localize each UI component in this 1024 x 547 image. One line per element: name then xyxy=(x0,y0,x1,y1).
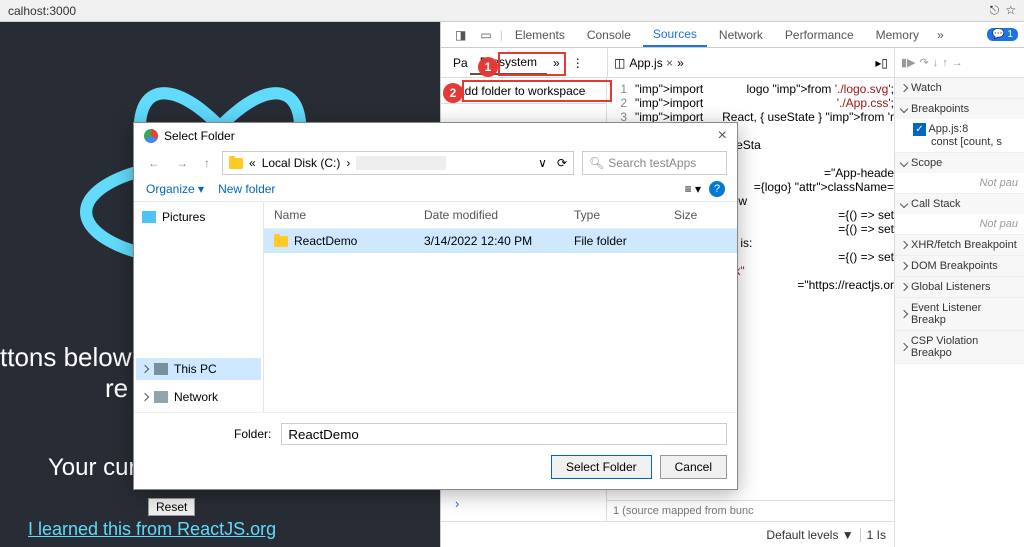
browser-address-bar: calhost:3000 ⎋ ☆ xyxy=(0,0,1024,22)
xhr-header[interactable]: XHR/fetch Breakpoint xyxy=(895,235,1024,255)
issues-count[interactable]: 1 Is xyxy=(860,528,886,542)
select-folder-button[interactable]: Select Folder xyxy=(551,455,652,479)
tab-sources[interactable]: Sources xyxy=(643,23,707,47)
global-header[interactable]: Global Listeners xyxy=(895,277,1024,297)
tab-memory[interactable]: Memory xyxy=(866,24,929,46)
view-mode-icon[interactable]: ≡ ▾ xyxy=(685,182,701,196)
dialog-nav-bar: ← → ↑ « Local Disk (C:) › ∨ ⟳ 🔍︎ Search … xyxy=(134,149,737,178)
tab-console[interactable]: Console xyxy=(577,24,641,46)
network-icon xyxy=(154,391,168,403)
learn-link[interactable]: I learned this from ReactJS.org xyxy=(28,519,276,540)
chevron-right-icon xyxy=(141,365,149,373)
close-icon[interactable]: × xyxy=(718,127,727,145)
device-icon[interactable]: ▭ xyxy=(474,25,497,45)
organize-button[interactable]: Organize ▾ xyxy=(146,182,204,196)
folder-name-input[interactable] xyxy=(281,423,727,445)
chevron-indicator[interactable]: › xyxy=(455,496,459,511)
folder-icon xyxy=(229,158,243,169)
app-text-2: Your curr xyxy=(48,454,145,482)
search-input[interactable]: 🔍︎ Search testApps xyxy=(582,151,727,175)
editor-more-icon[interactable]: » xyxy=(677,56,684,70)
sidebar-this-pc[interactable]: This PC xyxy=(136,358,261,380)
dialog-toolbar: Organize ▾ New folder ≡ ▾ ? xyxy=(134,178,737,202)
watch-header[interactable]: Watch xyxy=(895,78,1024,98)
sources-tab-page-partial[interactable]: Pa xyxy=(451,52,470,74)
dialog-titlebar: Select Folder × xyxy=(134,123,737,149)
path-dropdown-icon[interactable]: ∨ xyxy=(538,156,547,170)
file-nav-icon[interactable]: ◫ xyxy=(614,56,625,70)
event-header[interactable]: Event Listener Breakp xyxy=(895,298,1024,330)
pictures-icon xyxy=(142,211,156,223)
step-into-icon[interactable]: ↓ xyxy=(933,57,939,69)
nav-forward-icon[interactable]: → xyxy=(172,154,192,172)
new-folder-button[interactable]: New folder xyxy=(218,182,275,196)
dom-header[interactable]: DOM Breakpoints xyxy=(895,256,1024,276)
sidebar-network[interactable]: Network xyxy=(136,386,261,408)
dialog-title-text: Select Folder xyxy=(164,129,235,143)
path-breadcrumb[interactable]: « Local Disk (C:) › ∨ ⟳ xyxy=(222,151,574,175)
cancel-button[interactable]: Cancel xyxy=(660,455,727,479)
source-map-info: 1 (source mapped from bunc xyxy=(607,500,894,521)
sources-menu-icon[interactable]: ⋮ xyxy=(566,52,590,74)
devtools-tab-bar: ◨ ▭ | Elements Console Sources Network P… xyxy=(441,22,1024,48)
url-text[interactable]: calhost:3000 xyxy=(8,4,76,18)
step-over-icon[interactable]: ↷ xyxy=(920,56,929,69)
messages-badge[interactable]: 💬 1 xyxy=(987,28,1018,41)
file-row-reactdemo[interactable]: ReactDemo 3/14/2022 12:40 PM File folder xyxy=(264,229,737,253)
editor-tab-appjs[interactable]: App.js × xyxy=(629,56,673,70)
inspect-icon[interactable]: ◨ xyxy=(449,25,472,45)
column-headers[interactable]: Name Date modified Type Size xyxy=(264,202,737,229)
callstack-header[interactable]: Call Stack xyxy=(895,194,1024,214)
dialog-sidebar: Pictures This PC Network xyxy=(134,202,264,412)
nav-up-icon[interactable]: ↑ xyxy=(200,154,214,172)
callstack-not-paused: Not pau xyxy=(895,214,1024,234)
scope-header[interactable]: Scope xyxy=(895,153,1024,173)
more-tabs-icon[interactable]: » xyxy=(931,25,950,45)
editor-dock-icon[interactable]: ▸▯ xyxy=(875,56,888,70)
help-icon[interactable]: ? xyxy=(709,181,725,197)
nav-back-icon[interactable]: ← xyxy=(144,154,164,172)
annotation-marker-2: 2 xyxy=(443,83,463,103)
pause-icon[interactable]: ▮▶ xyxy=(901,56,916,69)
sidebar-pictures[interactable]: Pictures xyxy=(136,206,261,228)
select-folder-dialog: Select Folder × ← → ↑ « Local Disk (C:) … xyxy=(133,122,738,490)
close-tab-icon[interactable]: × xyxy=(666,56,673,70)
tab-performance[interactable]: Performance xyxy=(775,24,864,46)
favorite-icon[interactable]: ☆ xyxy=(1005,3,1016,18)
folder-icon xyxy=(274,236,288,247)
tab-elements[interactable]: Elements xyxy=(505,24,575,46)
folder-label: Folder: xyxy=(144,427,271,441)
tab-network[interactable]: Network xyxy=(709,24,773,46)
debugger-toolbar: ▮▶ ↷ ↓ ↑ → xyxy=(895,48,1024,78)
scope-not-paused: Not pau xyxy=(895,173,1024,193)
file-list: Name Date modified Type Size ReactDemo 3… xyxy=(264,202,737,412)
annotation-marker-1: 1 xyxy=(478,57,498,77)
step-out-icon[interactable]: ↑ xyxy=(942,57,948,69)
search-icon: 🔍︎ xyxy=(589,156,604,170)
reset-button[interactable]: Reset xyxy=(148,498,195,516)
levels-dropdown[interactable]: Default levels ▼ xyxy=(766,528,853,542)
debugger-panel: ▮▶ ↷ ↓ ↑ → Watch Breakpoints ✓ App.js:8 … xyxy=(894,48,1024,547)
csp-header[interactable]: CSP Violation Breakpo xyxy=(895,331,1024,363)
chevron-right-icon xyxy=(141,393,149,401)
annotation-box-1 xyxy=(498,52,566,76)
annotation-box-2 xyxy=(462,80,612,102)
step-icon[interactable]: → xyxy=(952,57,963,69)
breakpoint-item[interactable]: ✓ App.js:8 const [count, s xyxy=(895,119,1024,152)
pc-icon xyxy=(154,363,168,375)
refresh-icon[interactable]: ⟳ xyxy=(557,156,567,170)
breakpoints-header[interactable]: Breakpoints xyxy=(895,99,1024,119)
chrome-icon xyxy=(144,129,158,143)
share-icon[interactable]: ⎋ xyxy=(990,3,1000,18)
breakpoint-checkbox[interactable]: ✓ xyxy=(913,123,926,136)
console-filter-bar: Default levels ▼ 1 Is xyxy=(441,521,894,547)
dialog-footer: Folder: Select Folder Cancel xyxy=(134,412,737,489)
